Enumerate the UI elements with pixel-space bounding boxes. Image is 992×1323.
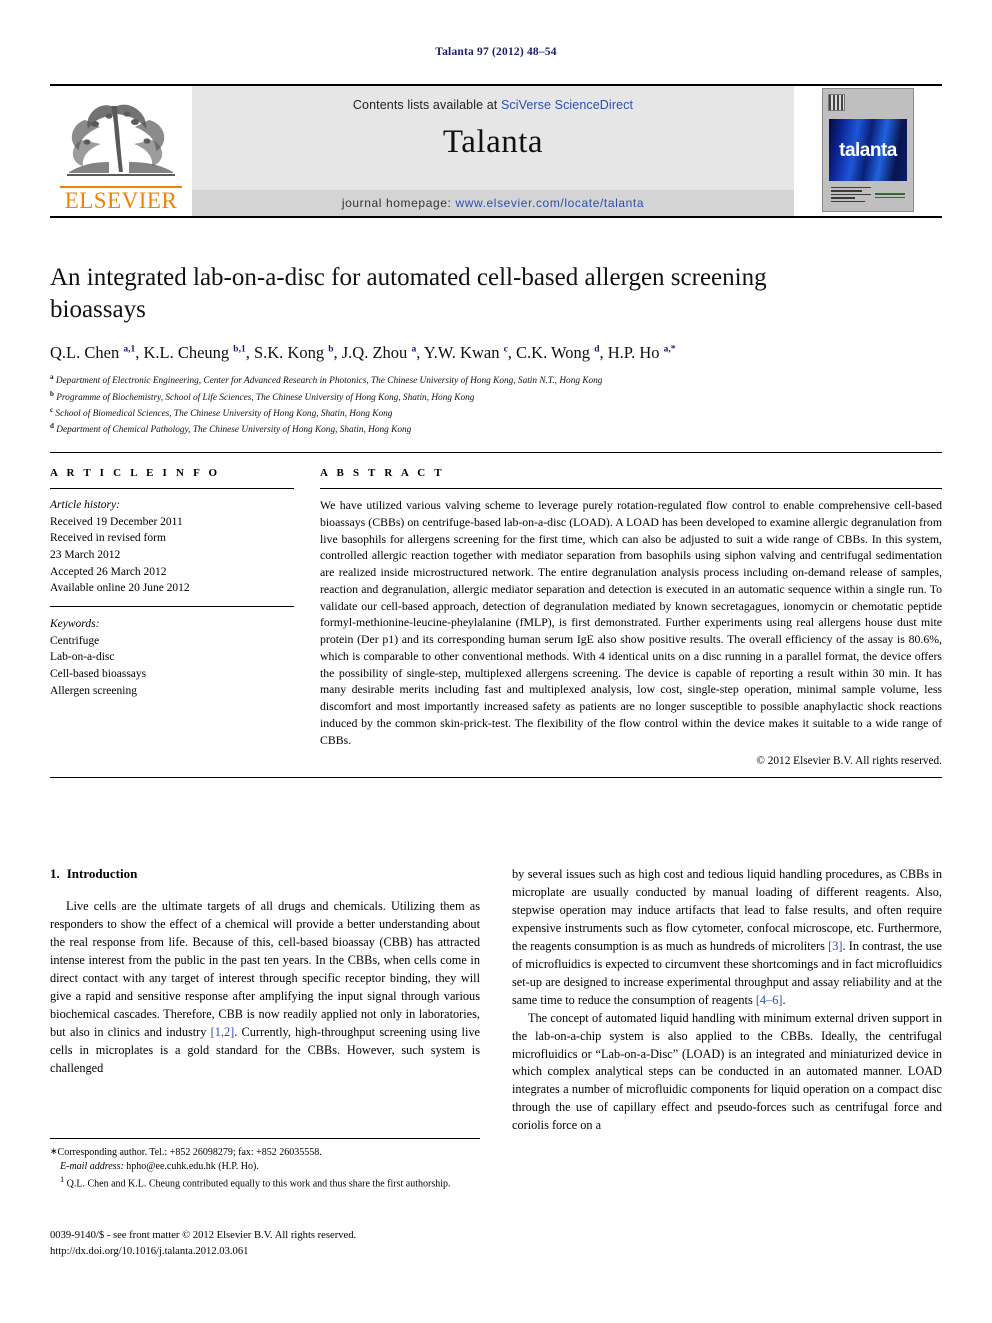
history-item: Accepted 26 March 2012: [50, 565, 167, 578]
history-item: Available online 20 June 2012: [50, 582, 190, 595]
abstract-copyright: © 2012 Elsevier B.V. All rights reserved…: [756, 755, 942, 768]
equal-contribution-text: Q.L. Chen and K.L. Cheung contributed eq…: [66, 1178, 451, 1190]
email-address: hpho@ee.cuhk.edu.hk (H.P. Ho).: [126, 1161, 259, 1173]
history-item: Received 19 December 2011: [50, 515, 183, 528]
article-history-list: Received 19 December 2011 Received in re…: [50, 514, 294, 597]
cover-text-lines-left: [831, 186, 871, 205]
keyword-item: Lab-on-a-disc: [50, 651, 115, 664]
email-label: E-mail address:: [60, 1161, 124, 1173]
affiliation-item: c School of Biomedical Sciences, The Chi…: [50, 405, 393, 419]
cover-text-lines-right: [875, 193, 905, 200]
title-block: An integrated lab-on-a-disc for automate…: [50, 262, 810, 437]
body-column-left: 1. Introduction Live cells are the ultima…: [50, 866, 480, 1135]
contents-available-line: Contents lists available at SciVerse Sci…: [353, 98, 633, 112]
keywords-label: Keywords:: [50, 618, 100, 631]
journal-masthead: ELSEVIER Contents lists available at Sci…: [50, 84, 942, 218]
body-column-right: by several issues such as high cost and …: [512, 866, 942, 1135]
article-info-abstract-band: A R T I C L E I N F O Article history: R…: [50, 452, 942, 779]
article-page: Talanta 97 (2012) 48–54 ELSEVIER Content…: [0, 0, 992, 1323]
cover-thumbnail-area: talanta: [794, 86, 942, 216]
keyword-item: Cell-based bioassays: [50, 668, 147, 681]
section-number: 1.: [50, 866, 60, 881]
cover-art-band: talanta: [829, 119, 907, 181]
journal-cover-thumbnail: talanta: [822, 88, 914, 212]
sciencedirect-link[interactable]: SciVerse ScienceDirect: [501, 98, 633, 112]
footnote-email: E-mail address: hpho@ee.cuhk.edu.hk (H.P…: [50, 1160, 480, 1174]
divider: [320, 488, 942, 489]
abstract-text: We have utilized various valving scheme …: [320, 498, 942, 747]
history-item: 23 March 2012: [50, 549, 121, 562]
cover-journal-title: talanta: [839, 139, 897, 161]
citation-link[interactable]: [1,2]: [211, 1025, 235, 1039]
footnote-corresponding-author: ∗Corresponding author. Tel.: +852 260982…: [50, 1145, 480, 1160]
page-title: An integrated lab-on-a-disc for automate…: [50, 264, 767, 323]
article-history-label: Article history:: [50, 499, 120, 511]
running-head: Talanta 97 (2012) 48–54: [435, 46, 557, 58]
asterisk-icon: ∗: [50, 1146, 58, 1156]
journal-homepage-strip: journal homepage: www.elsevier.com/locate…: [192, 190, 794, 216]
affiliation-item: a Department of Electronic Engineering, …: [50, 373, 603, 387]
section-heading-introduction: 1. Introduction: [50, 866, 480, 882]
history-item: Received in revised form: [50, 532, 166, 545]
body-columns: 1. Introduction Live cells are the ultima…: [50, 866, 942, 1135]
citation-link[interactable]: [3]: [828, 939, 842, 953]
intro-paragraph-left: Live cells are the ultimate targets of a…: [50, 899, 480, 1075]
divider: [50, 488, 294, 489]
contents-prefix: Contents lists available at: [352, 98, 501, 112]
abstract-column: A B S T R A C T We have utilized various…: [312, 467, 942, 767]
cover-qr-icon: [828, 94, 845, 111]
footer-metadata: 0039-9140/$ - see front matter © 2012 El…: [50, 1228, 550, 1260]
keyword-list: Centrifuge Lab-on-a-disc Cell-based bioa…: [50, 633, 294, 700]
masthead-center: Contents lists available at SciVerse Sci…: [192, 86, 794, 216]
intro-paragraph-right-continued: by several issues such as high cost and …: [512, 867, 942, 1007]
elsevier-wordmark: ELSEVIER: [60, 186, 182, 212]
homepage-label: journal homepage:: [341, 196, 452, 210]
affiliation-item: d Department of Chemical Pathology, The …: [50, 422, 412, 436]
affiliation-list: a Department of Electronic Engineering, …: [50, 372, 810, 437]
article-info-heading: A R T I C L E I N F O: [50, 467, 221, 479]
affiliation-item: b Programme of Biochemistry, School of L…: [50, 389, 475, 403]
elsevier-tree-icon: [67, 104, 175, 176]
abstract-heading: A B S T R A C T: [320, 467, 445, 479]
footnote-block: ∗Corresponding author. Tel.: +852 260982…: [50, 1138, 480, 1192]
keyword-item: Allergen screening: [50, 684, 137, 697]
divider: [50, 606, 294, 608]
author-list: Q.L. Chen a,1, K.L. Cheung b,1, S.K. Kon…: [50, 343, 676, 362]
corresponding-author-text: Corresponding author. Tel.: +852 2609827…: [57, 1147, 322, 1158]
issn-copyright-line: 0039-9140/$ - see front matter © 2012 El…: [50, 1230, 357, 1241]
article-info-column: A R T I C L E I N F O Article history: R…: [50, 467, 312, 767]
footnote-marker-1: 1: [60, 1175, 65, 1185]
section-title: Introduction: [66, 866, 138, 881]
footnote-equal-contribution: 1 Q.L. Chen and K.L. Cheung contributed …: [50, 1174, 480, 1192]
citation-link[interactable]: [4–6]: [756, 993, 783, 1007]
keyword-item: Centrifuge: [50, 634, 100, 647]
doi-line[interactable]: http://dx.doi.org/10.1016/j.talanta.2012…: [50, 1244, 550, 1260]
journal-homepage-link[interactable]: www.elsevier.com/locate/talanta: [455, 196, 644, 210]
intro-paragraph-right-second: The concept of automated liquid handling…: [512, 1010, 942, 1133]
publisher-logo-area: ELSEVIER: [50, 86, 192, 216]
journal-title: Talanta: [442, 124, 544, 160]
elsevier-logo: ELSEVIER: [60, 94, 182, 212]
